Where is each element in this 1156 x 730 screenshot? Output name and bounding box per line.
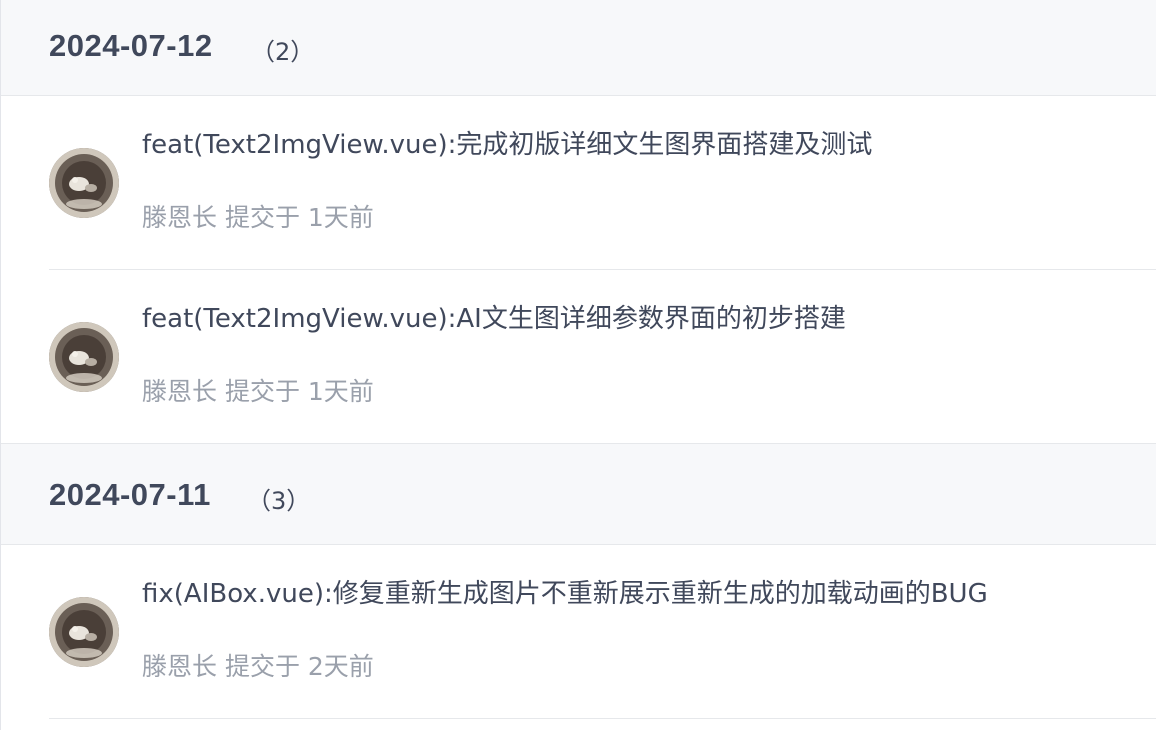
- avatar-photo-icon: [49, 322, 119, 392]
- commit-message[interactable]: feat(Text2ImgView.vue):完成初版详细文生图界面搭建及测试: [142, 124, 872, 161]
- row-divider: [49, 718, 1156, 719]
- avatar[interactable]: [49, 322, 119, 392]
- commit-meta: 滕恩长 提交于 1天前: [142, 377, 374, 406]
- avatar[interactable]: [49, 148, 119, 218]
- commit-message[interactable]: feat(Text2ImgView.vue):AI文生图详细参数界面的初步搭建: [142, 298, 846, 335]
- commit-meta: 滕恩长 提交于 1天前: [142, 203, 374, 232]
- avatar-photo-icon: [49, 597, 119, 667]
- date-group-header: 2024-07-11 （3）: [1, 443, 1156, 545]
- date-group-count: （3）: [247, 487, 311, 515]
- date-group-title: 2024-07-12: [49, 28, 213, 63]
- date-group-title: 2024-07-11: [49, 477, 211, 512]
- avatar[interactable]: [49, 597, 119, 667]
- date-group-count: （2）: [251, 38, 315, 66]
- commit-meta: 滕恩长 提交于 2天前: [142, 652, 374, 681]
- commit-row[interactable]: feat(Text2ImgView.vue):完成初版详细文生图界面搭建及测试 …: [1, 96, 1156, 270]
- commit-history-panel: 2024-07-12 （2） feat(Text2ImgView.vue):完成…: [0, 0, 1156, 730]
- commit-row[interactable]: fix(AIBox.vue):修复重新生成图片不重新展示重新生成的加载动画的BU…: [1, 545, 1156, 719]
- commit-row[interactable]: feat(Text2ImgView.vue):AI文生图详细参数界面的初步搭建 …: [1, 270, 1156, 444]
- commit-message[interactable]: fix(AIBox.vue):修复重新生成图片不重新展示重新生成的加载动画的BU…: [142, 573, 988, 610]
- avatar-photo-icon: [49, 148, 119, 218]
- date-group-header: 2024-07-12 （2）: [1, 0, 1156, 96]
